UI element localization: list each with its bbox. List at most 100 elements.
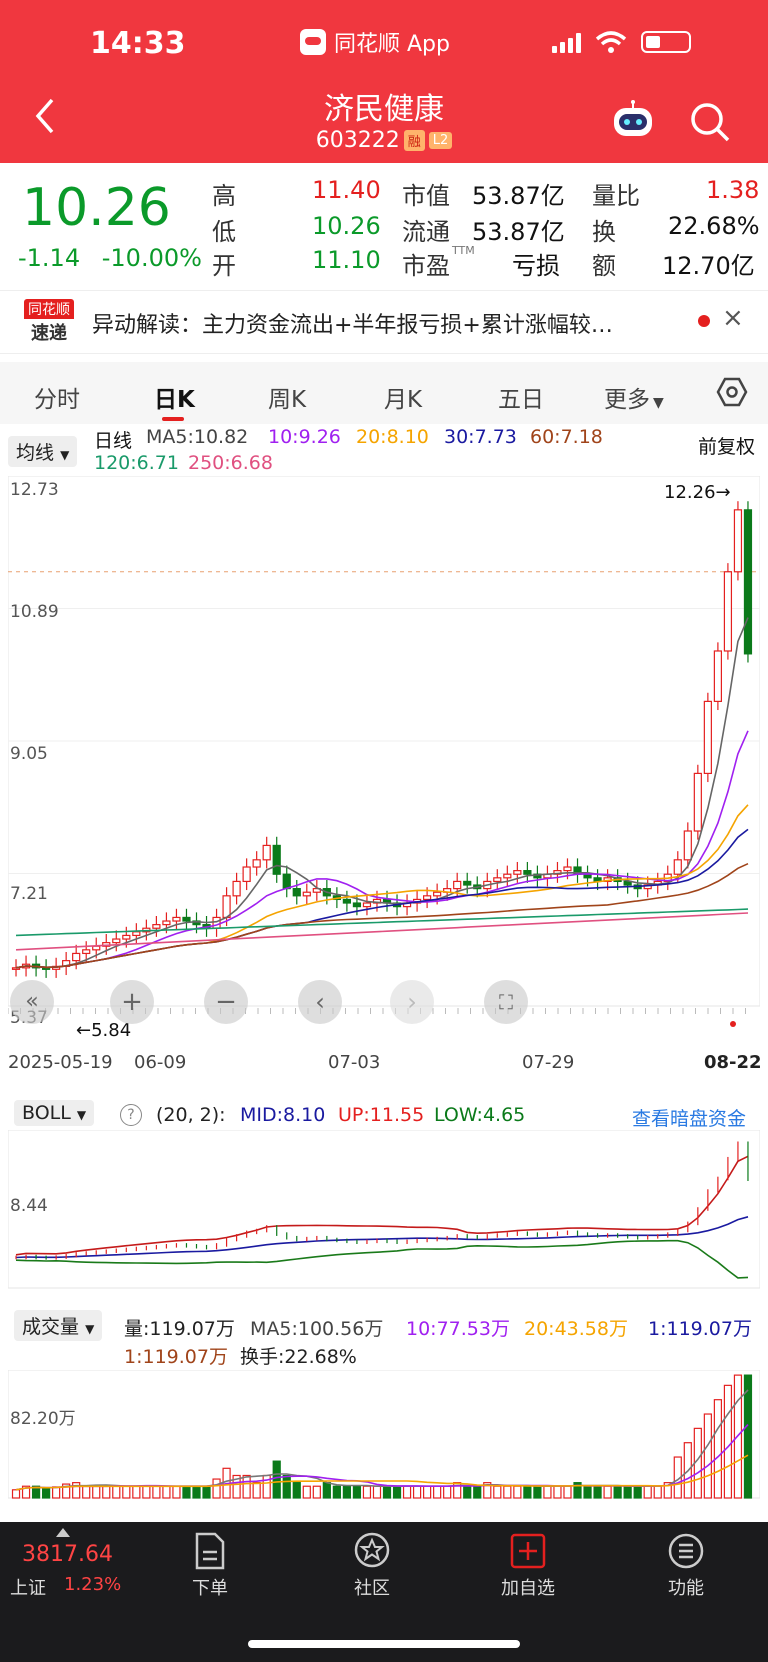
- turnover-value: 22.68%: [668, 212, 760, 240]
- fullscreen-button[interactable]: ⛶: [484, 980, 528, 1024]
- low-marker: ←5.84: [76, 1020, 132, 1041]
- nav-order-label: 下单: [192, 1578, 228, 1599]
- boll-plot-border: [8, 1130, 760, 1289]
- volume-ma5-line: [15, 1389, 749, 1491]
- candle-body: [172, 916, 181, 922]
- volume-bar: [242, 1474, 251, 1499]
- candle-body: [673, 859, 682, 875]
- index-name: 上证: [10, 1578, 46, 1599]
- candle-body: [182, 916, 191, 922]
- volume-bar: [142, 1485, 151, 1499]
- open-label: 开: [212, 252, 236, 280]
- nav-add-watchlist[interactable]: 加自选: [478, 1522, 578, 1600]
- adjust-mode-button[interactable]: 前复权: [698, 432, 755, 459]
- wifi-icon: [595, 31, 627, 53]
- news-text[interactable]: 异动解读：主力资金流出+半年报亏损+累计涨幅较…: [92, 307, 613, 339]
- index-value[interactable]: 3817.64: [22, 1542, 113, 1567]
- date-label-1: 2025-05-19: [8, 1052, 113, 1073]
- float-value: 53.87亿: [472, 218, 565, 246]
- nav-community[interactable]: 社区: [322, 1522, 422, 1600]
- candle-body: [282, 873, 291, 890]
- news-close-button[interactable]: ×: [722, 303, 744, 333]
- boll-y-label: 8.44: [10, 1196, 48, 1216]
- candle-body: [433, 891, 442, 897]
- candle-body: [563, 866, 572, 872]
- ma60-value: 60:7.18: [530, 426, 603, 448]
- boll-up-line: [15, 1155, 749, 1256]
- menu-circle-icon: [668, 1533, 704, 1569]
- zoom-in-button[interactable]: +: [110, 980, 154, 1024]
- scroll-right-button[interactable]: ›: [390, 980, 434, 1024]
- ma-selector[interactable]: 均线 ▼: [8, 436, 78, 467]
- chevron-right-icon: ›: [407, 988, 417, 1016]
- index-pct: 1.23%: [64, 1574, 122, 1595]
- candle-body: [503, 873, 512, 879]
- level2-badge: L2: [428, 132, 453, 149]
- zoom-out-button[interactable]: −: [204, 980, 248, 1024]
- scroll-left-fast-button[interactable]: «: [10, 980, 54, 1024]
- nav-order[interactable]: 下单: [160, 1522, 260, 1600]
- volume-bar: [41, 1487, 51, 1499]
- news-banner[interactable]: 同花顺 速递 异动解读：主力资金流出+半年报亏损+累计涨幅较… ×: [0, 290, 768, 354]
- chevron-left-icon: ‹: [315, 988, 325, 1016]
- boll-params: (20, 2):: [156, 1104, 226, 1126]
- tab-more[interactable]: 更多 ▼: [604, 380, 664, 414]
- volume-bar: [713, 1399, 722, 1499]
- dark-pool-link[interactable]: 查看暗盘资金: [632, 1104, 746, 1131]
- volume-bar: [463, 1485, 472, 1499]
- index-up-arrow-icon: [56, 1528, 70, 1537]
- search-icon: [691, 103, 730, 142]
- tab-five-day[interactable]: 五日: [498, 380, 544, 414]
- nav-functions[interactable]: 功能: [636, 1522, 736, 1600]
- boll-selector[interactable]: BOLL ▼: [14, 1100, 95, 1126]
- tab-monthly-k[interactable]: 月K: [384, 380, 422, 414]
- candle-body: [453, 880, 462, 890]
- date-label-4: 07-29: [522, 1052, 575, 1073]
- battery-icon: [641, 31, 691, 53]
- tab-weekly-k[interactable]: 周K: [268, 380, 306, 414]
- candle-body: [342, 898, 352, 904]
- volume-plot-border: [8, 1370, 760, 1499]
- boll-chart[interactable]: [8, 1130, 760, 1290]
- kline-y-label-3: 9.05: [10, 744, 48, 764]
- volume-ma10: 10:77.53万: [406, 1318, 510, 1340]
- candle-body: [132, 931, 141, 937]
- volume-bar: [212, 1478, 221, 1499]
- volume-bar: [92, 1485, 101, 1499]
- pe-value: 亏损: [512, 252, 560, 280]
- volume-bar: [513, 1485, 522, 1499]
- volume-bar: [382, 1485, 392, 1499]
- kline-chart[interactable]: [8, 476, 760, 1036]
- search-button[interactable]: [688, 100, 732, 144]
- ma120-value: 120:6.71: [94, 452, 179, 474]
- volume-bar: [653, 1485, 662, 1499]
- low-label: 低: [212, 218, 236, 246]
- caret-down-icon: ▼: [60, 448, 70, 462]
- tab-intraday[interactable]: 分时: [34, 380, 80, 414]
- boll-mid: MID:8.10: [240, 1104, 326, 1126]
- tab-more-label: 更多: [604, 387, 650, 413]
- volume-chart[interactable]: [8, 1370, 760, 1500]
- candle-body: [683, 830, 692, 861]
- volume-bar: [633, 1485, 642, 1499]
- candle-body: [513, 870, 522, 875]
- caret-down-icon: ▼: [85, 1322, 95, 1336]
- kline-y-label-1: 12.73: [10, 480, 59, 500]
- tab-active-indicator: [162, 417, 184, 421]
- settings-hexagon-icon[interactable]: [716, 376, 748, 408]
- plus-icon: +: [121, 987, 143, 1017]
- candle-body: [493, 877, 502, 883]
- assistant-robot-button[interactable]: [608, 100, 658, 140]
- status-icons: [552, 30, 691, 54]
- tab-daily-k[interactable]: 日K: [154, 380, 195, 414]
- news-logo: 同花顺 速递: [24, 299, 74, 345]
- volume-selector[interactable]: 成交量 ▼: [14, 1310, 103, 1341]
- ma5-value: MA5:10.82: [146, 426, 249, 448]
- volume-bar: [11, 1489, 21, 1499]
- candle-body: [122, 934, 131, 940]
- scroll-left-button[interactable]: ‹: [298, 980, 342, 1024]
- boll-selector-label: BOLL: [22, 1102, 71, 1124]
- nav-functions-label: 功能: [668, 1578, 704, 1599]
- boll-help-icon[interactable]: ?: [120, 1104, 142, 1126]
- volume-bar: [202, 1485, 211, 1499]
